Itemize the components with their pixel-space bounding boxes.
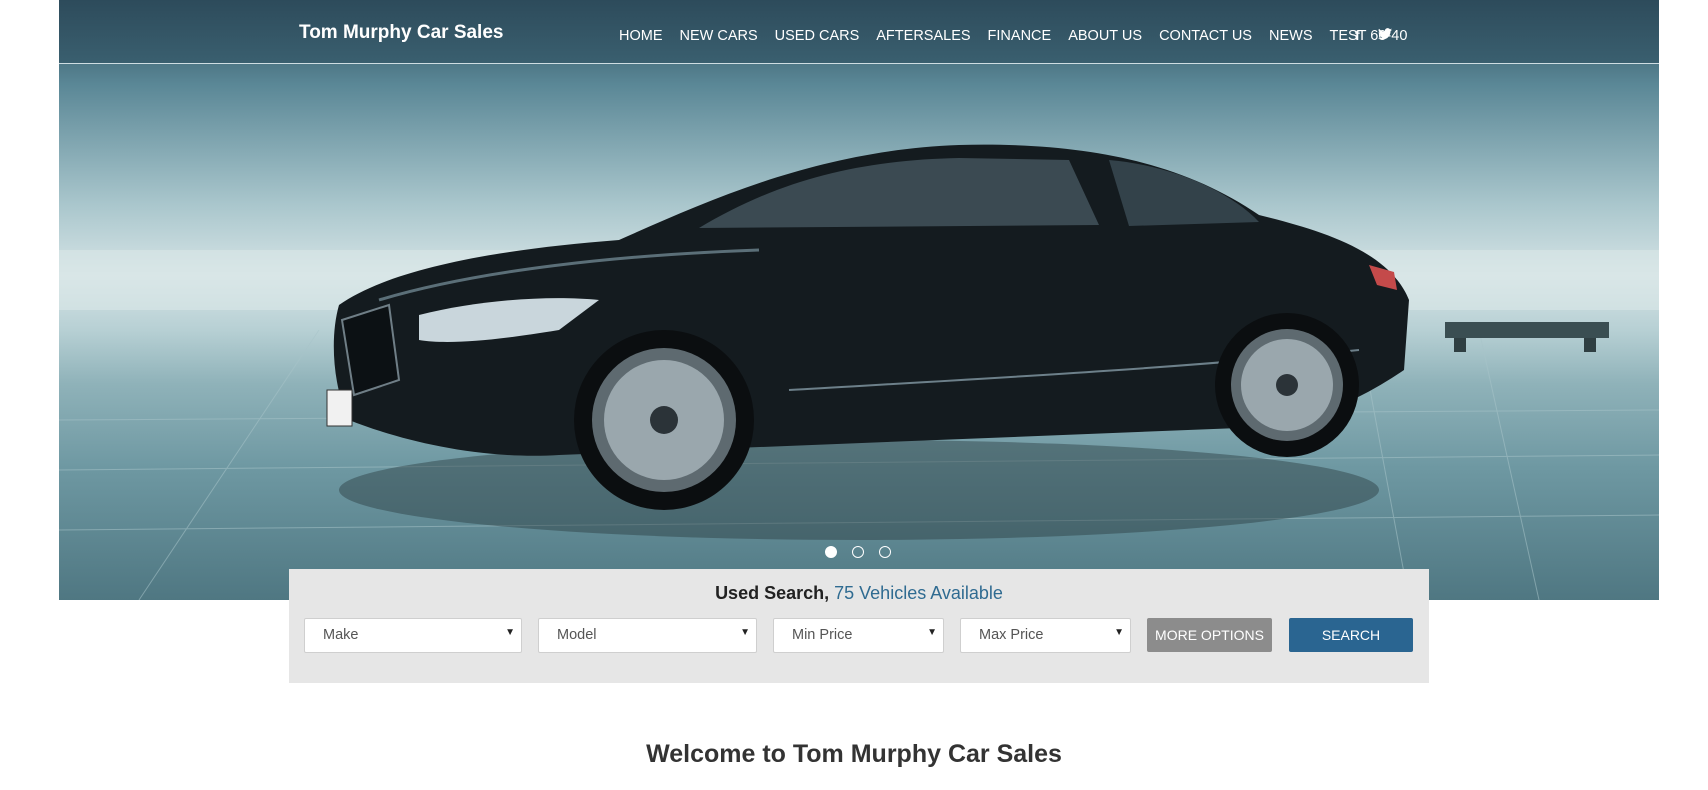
carousel-indicators [825, 546, 906, 558]
search-button[interactable]: SEARCH [1289, 618, 1413, 652]
site-logo[interactable]: Tom Murphy Car Sales [299, 22, 503, 44]
twitter-icon[interactable] [1377, 27, 1392, 43]
min-price-select[interactable]: Min Price ▼ [773, 618, 944, 653]
nav-aftersales[interactable]: AFTERSALES [876, 28, 970, 44]
nav-new-cars[interactable]: NEW CARS [680, 28, 758, 44]
car-image [59, 144, 1659, 600]
vehicles-available-count[interactable]: 75 Vehicles Available [834, 583, 1003, 603]
max-price-select[interactable]: Max Price ▼ [960, 618, 1131, 653]
carousel-dot-1[interactable] [825, 546, 837, 558]
more-options-button[interactable]: MORE OPTIONS [1147, 618, 1272, 652]
facebook-icon[interactable]: f [1355, 27, 1360, 43]
nav-home[interactable]: HOME [619, 28, 663, 44]
chevron-down-icon: ▼ [740, 627, 750, 638]
nav-about-us[interactable]: ABOUT US [1068, 28, 1142, 44]
nav-finance[interactable]: FINANCE [988, 28, 1052, 44]
search-heading: Used Search, 75 Vehicles Available [289, 583, 1429, 604]
social-links: f [1355, 27, 1410, 43]
nav-news[interactable]: NEWS [1269, 28, 1313, 44]
search-label: Used Search, [715, 583, 830, 603]
max-price-select-value: Max Price [979, 627, 1044, 643]
make-select[interactable]: Make ▼ [304, 618, 522, 653]
chevron-down-icon: ▼ [505, 627, 515, 638]
used-search-panel: Used Search, 75 Vehicles Available Make … [289, 569, 1429, 683]
chevron-down-icon: ▼ [927, 627, 937, 638]
min-price-select-value: Min Price [792, 627, 853, 643]
welcome-heading: Welcome to Tom Murphy Car Sales [646, 740, 1062, 768]
model-select-value: Model [557, 627, 597, 643]
carousel-dot-3[interactable] [879, 546, 891, 558]
nav-contact-us[interactable]: CONTACT US [1159, 28, 1252, 44]
carousel-dot-2[interactable] [852, 546, 864, 558]
model-select[interactable]: Model ▼ [538, 618, 757, 653]
top-navigation-bar: Tom Murphy Car Sales HOME NEW CARS USED … [59, 0, 1659, 64]
chevron-down-icon: ▼ [1114, 627, 1124, 638]
hero-banner: Tom Murphy Car Sales HOME NEW CARS USED … [59, 0, 1659, 600]
main-nav: HOME NEW CARS USED CARS AFTERSALES FINAN… [619, 28, 1424, 44]
make-select-value: Make [323, 627, 359, 643]
nav-used-cars[interactable]: USED CARS [775, 28, 860, 44]
